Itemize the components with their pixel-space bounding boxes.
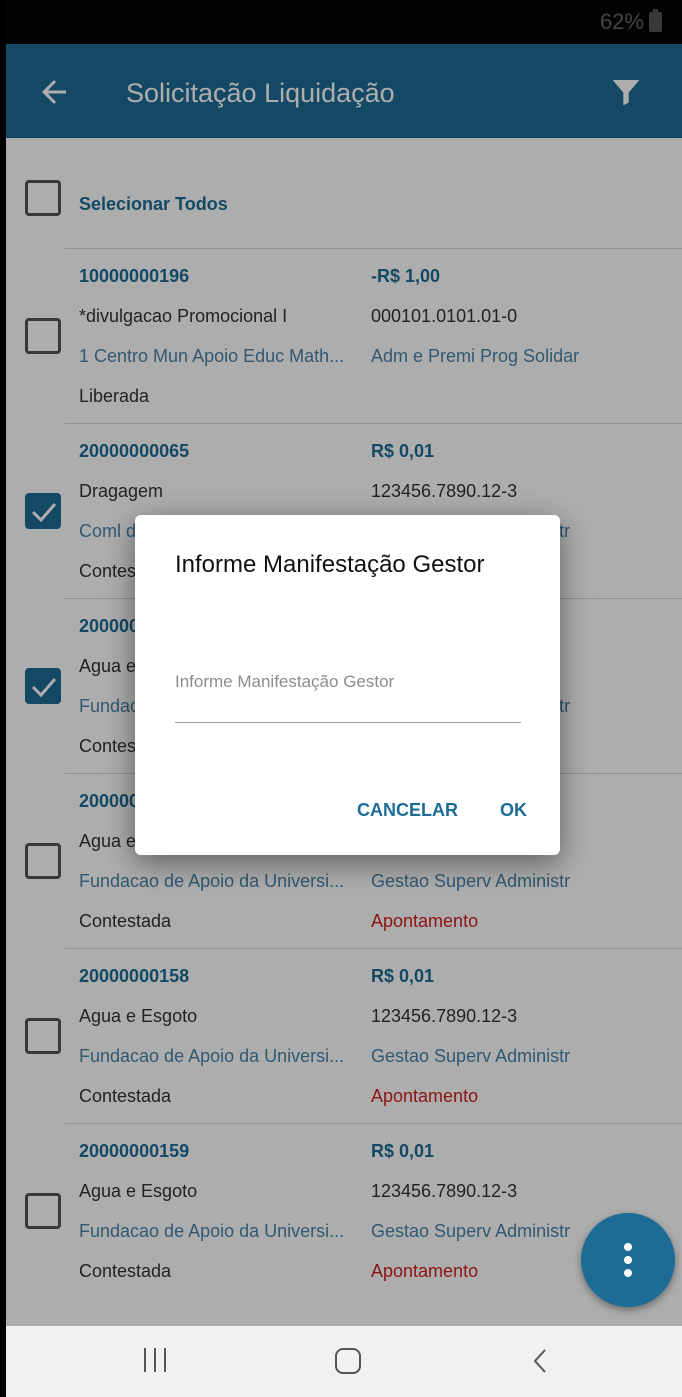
home-icon[interactable] xyxy=(335,1348,361,1374)
dialog-title: Informe Manifestação Gestor xyxy=(175,551,485,578)
nav-back-icon[interactable] xyxy=(526,1346,556,1376)
screen: 62% Solicitação Liquidação Selecionar To… xyxy=(6,0,682,1397)
ok-button[interactable]: OK xyxy=(500,800,527,821)
cancel-button[interactable]: CANCELAR xyxy=(357,800,458,821)
recent-apps-icon[interactable] xyxy=(142,1348,172,1374)
system-nav-bar xyxy=(6,1326,682,1397)
manifestation-dialog: Informe Manifestação Gestor CANCELAR OK xyxy=(135,515,560,855)
manifestation-input[interactable] xyxy=(175,655,521,723)
more-actions-button[interactable] xyxy=(581,1213,675,1307)
